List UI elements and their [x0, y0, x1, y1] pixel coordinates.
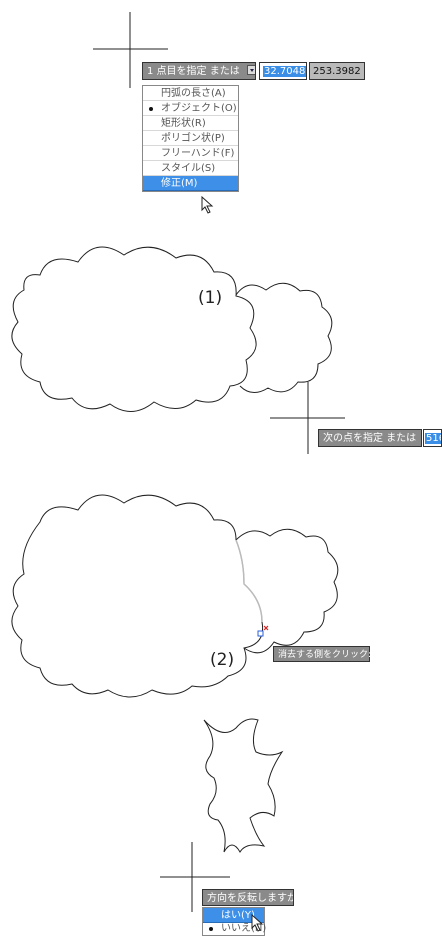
mouse-pointer-icon: [201, 196, 214, 214]
dropdown-arrow-icon[interactable]: [246, 65, 255, 75]
command-prompt-1: 1 点目を指定 または: [142, 62, 256, 80]
menu-item-modify[interactable]: 修正(M): [143, 176, 238, 191]
step-label-1: (1): [198, 288, 223, 308]
option-menu-1: 円弧の長さ(A) オブジェクト(O) 矩形状(R) ポリゴン状(P) フリーハン…: [142, 85, 239, 192]
x-coordinate-value: 32.7048: [263, 66, 306, 77]
coordinate-value: 516: [425, 433, 441, 444]
revision-cloud-inverted: [203, 718, 284, 853]
selected-bullet-icon: [149, 107, 153, 111]
selected-bullet-icon: [209, 927, 213, 931]
menu-item-polygonal[interactable]: ポリゴン状(P): [143, 131, 238, 146]
prompt-text: 方向を反転しますか?: [207, 893, 294, 904]
command-prompt-2: 次の点を指定 または: [318, 429, 422, 447]
menu-item-label: フリーハンド(F): [161, 148, 235, 159]
prompt-text: 1 点目を指定 または: [147, 66, 240, 77]
menu-item-label: オブジェクト(O): [161, 103, 237, 114]
command-prompt-3: 方向を反転しますか?: [202, 889, 294, 906]
y-coordinate-value: 253.3982: [313, 66, 361, 77]
menu-item-label: 矩形状(R): [161, 118, 206, 129]
x-coordinate-input[interactable]: 32.7048: [259, 62, 307, 80]
menu-item-freehand[interactable]: フリーハンド(F): [143, 146, 238, 161]
prompt-text: 次の点を指定 または: [323, 433, 417, 444]
menu-item-label: スタイル(S): [161, 163, 216, 174]
revision-cloud-front: [11, 246, 257, 412]
menu-item-rectangular[interactable]: 矩形状(R): [143, 116, 238, 131]
menu-item-label: 円弧の長さ(A): [161, 88, 226, 99]
menu-item-label: はい(Y): [221, 910, 255, 921]
menu-item-style[interactable]: スタイル(S): [143, 161, 238, 176]
menu-item-label: ポリゴン状(P): [161, 133, 225, 144]
y-coordinate-input[interactable]: 253.3982: [309, 62, 365, 80]
cursor-pickbox: [257, 630, 264, 637]
mouse-pointer-icon: [251, 914, 264, 932]
coordinate-input[interactable]: 516: [423, 429, 442, 447]
erase-side-tooltip: 消去する側をクリック:: [273, 646, 371, 662]
step-label-2: (2): [210, 650, 235, 670]
menu-item-object[interactable]: オブジェクト(O): [143, 101, 238, 116]
menu-item-arc-length[interactable]: 円弧の長さ(A): [143, 86, 238, 101]
menu-item-label: 修正(M): [161, 178, 198, 189]
